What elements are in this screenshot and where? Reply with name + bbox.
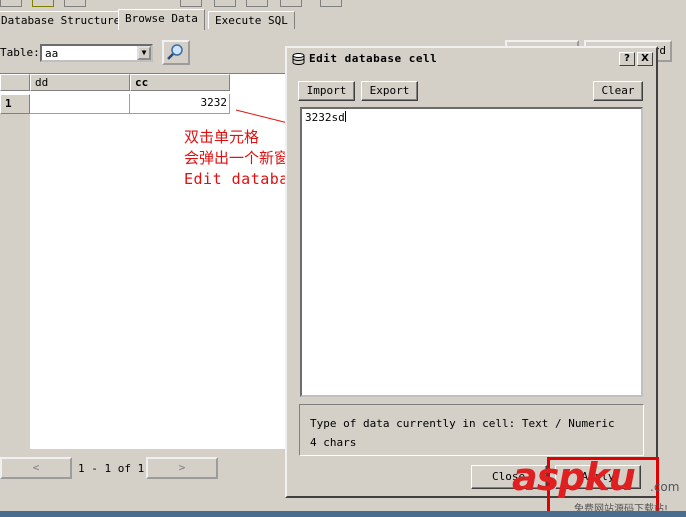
- cell-char-count: 4 chars: [310, 436, 357, 449]
- row-header-column: [0, 114, 30, 449]
- cell-type-info: Type of data currently in cell: Text / N…: [310, 417, 615, 430]
- watermark-suffix: .com: [650, 480, 680, 494]
- grid-cell-dd[interactable]: [30, 94, 130, 114]
- grid-corner: [0, 74, 30, 91]
- page-info: 1 - 1 of 1: [78, 462, 145, 475]
- import-button[interactable]: Import: [298, 81, 355, 101]
- export-button[interactable]: Export: [361, 81, 418, 101]
- dialog-title: Edit database cell: [309, 52, 438, 65]
- tab-bar: Database Structure Browse Data Execute S…: [0, 9, 686, 30]
- clear-button[interactable]: Clear: [593, 81, 643, 101]
- chevron-down-icon[interactable]: ▼: [137, 46, 151, 60]
- previous-page-button[interactable]: <: [0, 457, 72, 479]
- table-select[interactable]: aa ▼: [40, 44, 153, 62]
- tab-browse-data[interactable]: Browse Data: [118, 9, 205, 30]
- row-header[interactable]: 1: [0, 94, 30, 114]
- next-page-button[interactable]: >: [146, 457, 218, 479]
- grid-cell-cc[interactable]: 3232: [130, 94, 230, 114]
- annotation-line-1: 双击单元格: [184, 128, 260, 146]
- column-header-cc[interactable]: cc: [130, 74, 230, 91]
- table-select-value: aa: [45, 47, 59, 60]
- toolbar-button[interactable]: [32, 0, 54, 7]
- text-caret: [344, 111, 346, 122]
- cell-editor-content: 3232sd: [305, 111, 346, 124]
- search-icon: [167, 44, 183, 60]
- toolbar: [0, 0, 360, 8]
- search-button[interactable]: [162, 40, 190, 65]
- cell-info-panel: Type of data currently in cell: Text / N…: [299, 404, 644, 456]
- tab-database-structure[interactable]: Database Structure: [0, 11, 128, 29]
- tab-execute-sql[interactable]: Execute SQL: [208, 11, 295, 29]
- toolbar-button[interactable]: [214, 0, 236, 7]
- toolbar-button[interactable]: [0, 0, 22, 7]
- cell-editor-text: 3232sd: [305, 111, 345, 124]
- taskbar: [0, 511, 686, 517]
- dialog-title-bar[interactable]: Edit database cell ? X: [289, 50, 654, 68]
- database-icon: [292, 53, 305, 65]
- toolbar-button[interactable]: [246, 0, 268, 7]
- table-label: Table:: [0, 46, 40, 59]
- toolbar-button[interactable]: [280, 0, 302, 7]
- edit-cell-dialog: Edit database cell ? X Import Export Cle…: [285, 46, 658, 498]
- toolbar-button[interactable]: [64, 0, 86, 7]
- help-button[interactable]: ?: [619, 52, 635, 66]
- watermark-logo: aspku: [512, 455, 636, 499]
- cell-editor[interactable]: 3232sd: [300, 107, 643, 397]
- close-icon[interactable]: X: [637, 52, 653, 66]
- column-header-dd[interactable]: dd: [30, 74, 130, 91]
- toolbar-button[interactable]: [320, 0, 342, 7]
- toolbar-button[interactable]: [180, 0, 202, 7]
